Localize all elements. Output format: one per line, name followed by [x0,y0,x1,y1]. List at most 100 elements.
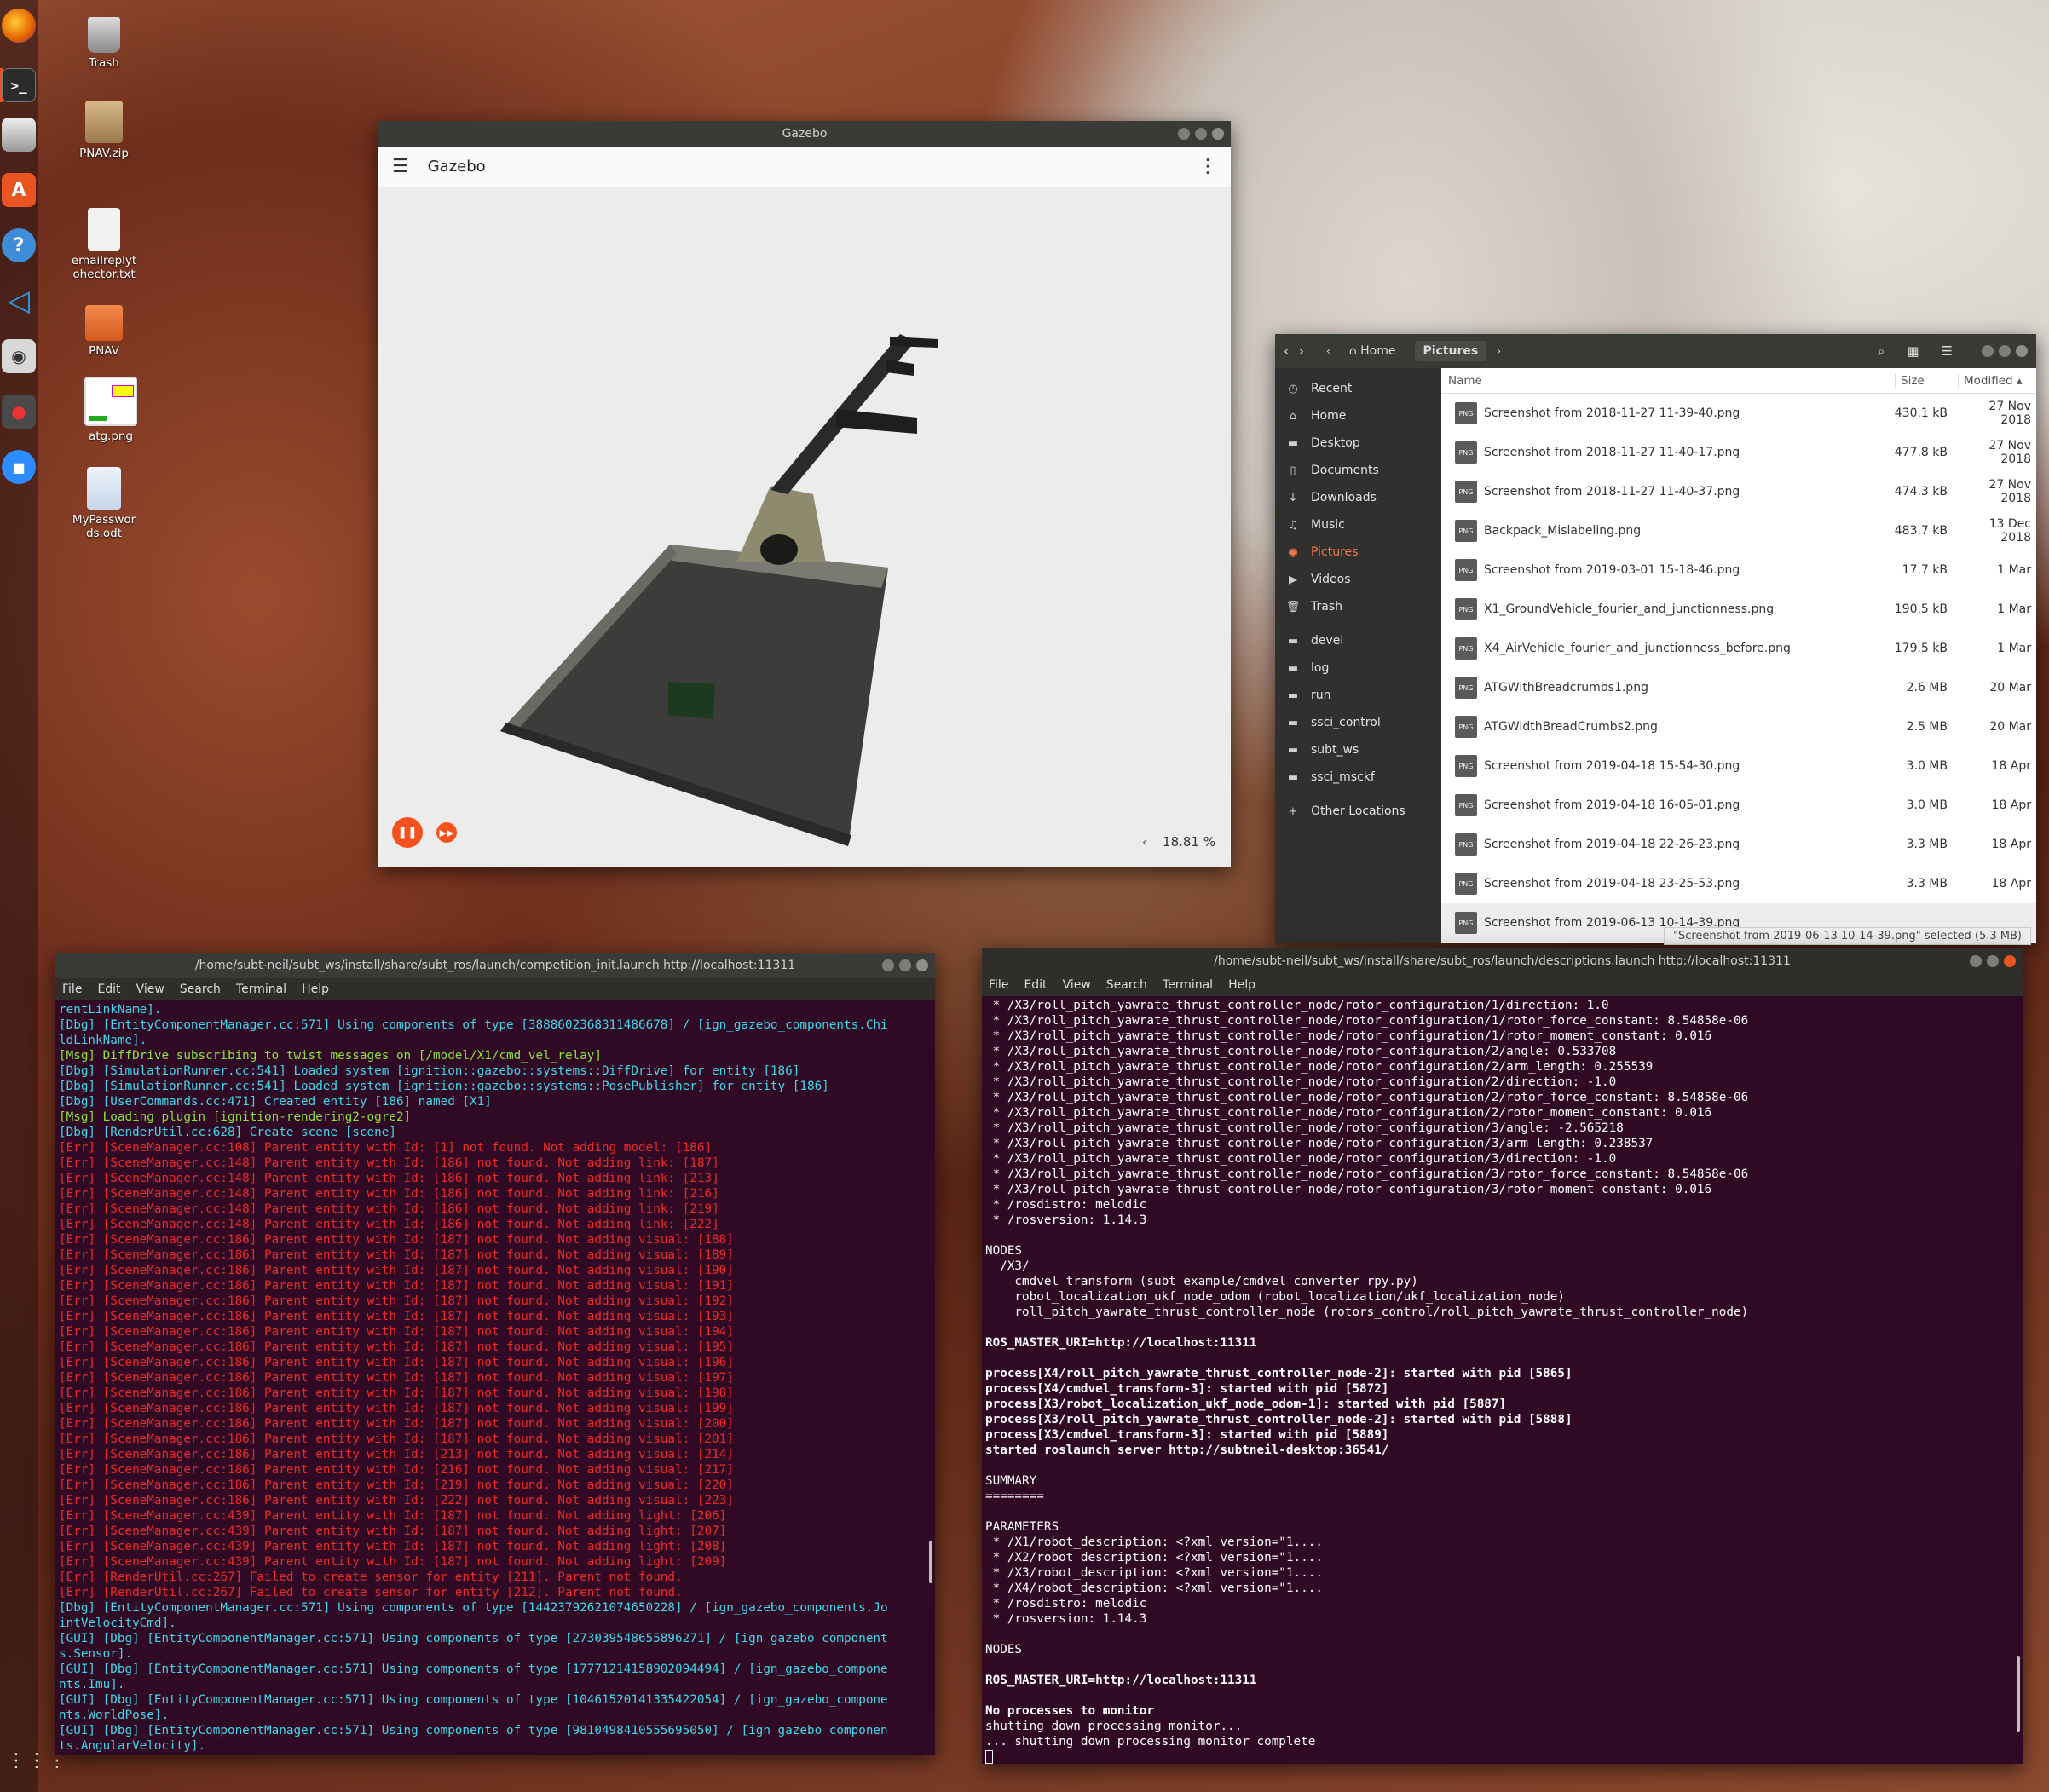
minimize-button[interactable] [882,959,894,971]
menu-help[interactable]: Help [302,982,329,996]
menu-view[interactable]: View [136,982,164,996]
scrollbar-thumb[interactable] [2017,1656,2020,1732]
3d-scene-viewport[interactable]: ❚❚ ▶▶ ‹ 18.81 % [378,187,1231,867]
sidebar-item-recent[interactable]: ◷ Recent [1275,375,1441,402]
file-row[interactable]: PNG Screenshot from 2018-11-27 11-40-17.p… [1441,433,2036,472]
file-name: Backpack_Mislabeling.png [1484,524,1642,538]
pause-button[interactable]: ❚❚ [392,817,423,848]
sidebar-item-ssci-control[interactable]: ▬ ssci_control [1275,709,1441,736]
menu-terminal[interactable]: Terminal [236,982,286,996]
hamburger-menu-icon[interactable]: ☰ [392,156,409,177]
menu-help[interactable]: Help [1228,978,1255,992]
sidebar-item-ssci-msckf[interactable]: ▬ ssci_msckf [1275,763,1441,791]
forward-icon[interactable]: › [1299,343,1304,359]
sidebar-item-trash[interactable]: 🗑 Trash [1275,593,1441,620]
sidebar-item-documents[interactable]: ▯ Documents [1275,457,1441,484]
firefox-icon[interactable] [2,9,36,43]
terminal-titlebar[interactable]: /home/subt-neil/subt_ws/install/share/su… [55,953,935,978]
zoom-icon[interactable]: ■ [2,450,36,484]
file-modified: 18 Apr [1991,877,2031,890]
step-button[interactable]: ▶▶ [436,822,457,843]
file-row[interactable]: PNG Screenshot from 2019-04-18 15-54-30.p… [1441,746,2036,786]
file-row[interactable]: PNG ATGWidthBreadCrumbs2.png 2.5 MB 20 Mar [1441,707,2036,746]
folder-desktop-icon[interactable]: PNAV [61,305,147,358]
close-button[interactable] [2016,345,2028,357]
sidebar-item-other-locations[interactable]: + Other Locations [1275,798,1441,825]
column-size[interactable]: Size [1895,373,1958,388]
menu-file[interactable]: File [62,982,82,996]
image-desktop-icon[interactable]: atg.png [68,377,153,443]
minimize-button[interactable] [1970,955,1982,967]
sidebar-item-home[interactable]: ⌂ Home [1275,402,1441,429]
breadcrumb-home[interactable]: ⌂ Home [1341,341,1405,361]
menu-search[interactable]: Search [180,982,221,996]
document-desktop-icon[interactable]: MyPasswords.odt [61,467,147,540]
text-file-desktop-icon[interactable]: emailreplytohector.txt [61,208,147,281]
sidebar-item-videos[interactable]: ▶ Videos [1275,566,1441,593]
software-center-icon[interactable]: A [2,173,36,207]
menu-terminal[interactable]: Terminal [1163,978,1213,992]
file-row[interactable]: PNG Screenshot from 2019-04-18 22-26-23.p… [1441,825,2036,864]
sidebar-item-run[interactable]: ▬ run [1275,682,1441,709]
sidebar-item-music[interactable]: ♫ Music [1275,511,1441,539]
file-row[interactable]: PNG Screenshot from 2019-03-01 15-18-46.p… [1441,550,2036,590]
file-row[interactable]: PNG X4_AirVehicle_fourier_and_junctionnes… [1441,629,2036,668]
file-row[interactable]: PNG Screenshot from 2019-04-18 16-05-01.p… [1441,786,2036,825]
video-icon: ▶ [1289,573,1297,586]
grid-view-icon[interactable]: ▦ [1907,343,1919,359]
sidebar-item-subt-ws[interactable]: ▬ subt_ws [1275,736,1441,763]
file-size: 2.5 MB [1906,720,1948,734]
camera-icon[interactable]: ◉ [2,339,36,373]
sidebar-item-downloads[interactable]: ↓ Downloads [1275,484,1441,511]
menu-file[interactable]: File [989,978,1008,992]
maximize-button[interactable] [899,959,911,971]
menu-search[interactable]: Search [1106,978,1147,992]
close-button[interactable] [916,959,928,971]
sidebar-item-pictures[interactable]: ◉ Pictures [1275,539,1441,566]
collapse-stats-icon[interactable]: ‹ [1142,834,1147,850]
file-row[interactable]: PNG ATGWithBreadcrumbs1.png 2.6 MB 20 Mar [1441,668,2036,707]
help-icon[interactable]: ? [2,228,36,262]
menu-view[interactable]: View [1063,978,1091,992]
trash-desktop-icon[interactable]: Trash [61,17,147,70]
files-icon[interactable] [2,118,36,152]
file-row[interactable]: PNG Screenshot from 2018-11-27 11-40-37.p… [1441,472,2036,511]
sidebar-item-desktop[interactable]: ▬ Desktop [1275,429,1441,457]
terminal-output[interactable]: rentLinkName]. [Dbg] [EntityComponentMana… [55,1000,935,1755]
screen-recorder-icon[interactable]: ● [2,395,36,429]
scrollbar-thumb[interactable] [929,1541,932,1583]
maximize-button[interactable] [1195,128,1207,140]
maximize-button[interactable] [1987,955,1999,967]
close-button[interactable] [2004,955,2016,967]
column-modified[interactable]: Modified ▴ [1958,373,2036,388]
terminal-output[interactable]: * /X3/roll_pitch_yawrate_thrust_controll… [982,996,2023,1764]
terminal-window-competition: /home/subt-neil/subt_ws/install/share/su… [55,953,935,1755]
kebab-menu-icon[interactable]: ⋮ [1198,156,1217,177]
zip-desktop-icon[interactable]: PNAV.zip [61,101,147,160]
menu-icon[interactable]: ☰ [1942,343,1953,359]
terminal-titlebar[interactable]: /home/subt-neil/subt_ws/install/share/su… [982,948,2023,974]
sidebar-item-log[interactable]: ▬ log [1275,654,1441,682]
column-name[interactable]: Name [1441,374,1895,388]
menu-edit[interactable]: Edit [1024,978,1047,992]
back-icon[interactable]: ‹ [1284,343,1289,359]
maximize-button[interactable] [1999,345,2011,357]
file-row[interactable]: PNG X1_GroundVehicle_fourier_and_junction… [1441,590,2036,629]
gazebo-titlebar[interactable]: Gazebo [378,121,1231,147]
file-row[interactable]: PNG Screenshot from 2019-04-18 23-25-53.p… [1441,864,2036,903]
sidebar-item-devel[interactable]: ▬ devel [1275,627,1441,654]
vscode-icon[interactable]: ◁ [2,284,36,318]
terminal-line: [GUI] [Dbg] [EntityComponentManager.cc:5… [59,1693,888,1707]
file-row[interactable]: PNG Backpack_Mislabeling.png 483.7 kB 13 De… [1441,511,2036,550]
search-icon[interactable]: ⌕ [1878,343,1885,359]
breadcrumb-pictures[interactable]: Pictures [1414,341,1487,361]
terminal-icon[interactable]: >_ [2,68,36,102]
breadcrumb-left-icon[interactable]: ‹ [1326,345,1330,357]
close-button[interactable] [1212,128,1224,140]
minimize-button[interactable] [1178,128,1190,140]
breadcrumb-right-icon[interactable]: › [1497,345,1501,357]
file-row[interactable]: PNG Screenshot from 2018-11-27 11-39-40.p… [1441,394,2036,433]
minimize-button[interactable] [1982,345,1994,357]
menu-edit[interactable]: Edit [97,982,120,996]
